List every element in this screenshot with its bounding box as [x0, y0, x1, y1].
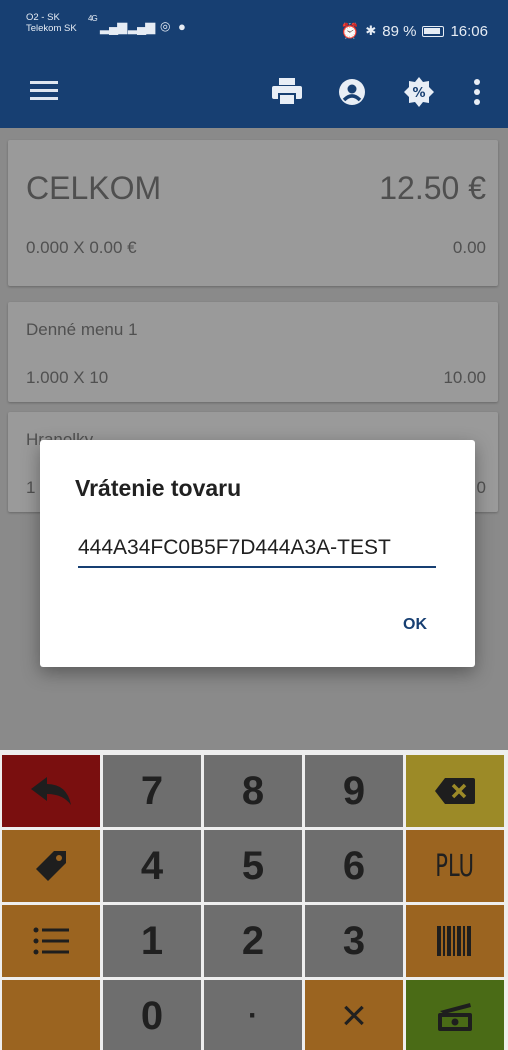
vpn-icon: ● — [178, 19, 186, 34]
battery-icon — [422, 25, 445, 37]
back-arrow-icon — [31, 777, 71, 805]
dialog-title: Vrátenie tovaru — [75, 475, 242, 501]
key-2[interactable]: 2 — [204, 905, 302, 977]
barcode-icon — [437, 926, 471, 956]
key-9[interactable]: 9 — [305, 755, 403, 827]
item-sum: 0 — [476, 478, 486, 497]
alarm-icon: ⏰ — [340, 23, 360, 40]
code-input[interactable] — [78, 530, 436, 568]
backspace-icon — [435, 778, 475, 804]
key-5[interactable]: 5 — [204, 830, 302, 902]
plu-label: PLU — [435, 848, 475, 884]
clock: 16:06 — [450, 22, 488, 40]
app-toolbar: % — [0, 58, 508, 128]
signal-icon: ▂▄▆ — [100, 19, 127, 34]
item-sum: 10.00 — [443, 368, 486, 387]
discount-icon[interactable]: % — [404, 77, 434, 107]
current-line-qty: 0.000 X 0.00 € — [26, 238, 137, 257]
barcode-button[interactable] — [406, 905, 504, 977]
key-7[interactable]: 7 — [103, 755, 201, 827]
app-screen: O2 - SK Telekom SK 4G ▂▄▆ ▂▄▆ ◎ ● ⏰ ✱ 89… — [0, 0, 508, 1050]
item-qty: 1 — [26, 478, 36, 497]
key-6[interactable]: 6 — [305, 830, 403, 902]
key-4[interactable]: 4 — [103, 830, 201, 902]
item-qty: 1.000 X 10 — [26, 368, 109, 387]
list-item[interactable]: Denné menu 1 1.000 X 10 10.00 — [8, 302, 498, 402]
item-name: Denné menu 1 — [26, 320, 138, 339]
plu-button[interactable]: PLU — [406, 830, 504, 902]
key-3[interactable]: 3 — [305, 905, 403, 977]
key-0[interactable]: 0 — [103, 980, 201, 1050]
network-type: 4G — [88, 14, 98, 23]
account-circle-icon[interactable] — [338, 78, 366, 106]
current-line-sum: 0.00 — [452, 238, 486, 257]
printer-icon[interactable] — [272, 78, 302, 106]
backspace-button[interactable] — [406, 755, 504, 827]
carrier-info: O2 - SK Telekom SK — [26, 12, 77, 34]
back-button[interactable] — [2, 755, 100, 827]
carrier-primary: O2 - SK — [26, 12, 60, 23]
payment-button[interactable] — [406, 980, 504, 1050]
cash-register-icon — [438, 1003, 472, 1031]
bluetooth-icon: ✱ — [365, 23, 377, 38]
tag-icon — [36, 851, 66, 881]
data-saver-icon: ◎ — [160, 19, 171, 33]
list-icon — [33, 927, 69, 955]
carrier-secondary: Telekom SK — [26, 23, 77, 34]
list-button[interactable] — [2, 905, 100, 977]
status-right: ⏰ ✱ 89 % 16:06 — [340, 22, 488, 41]
discount-tag-button[interactable] — [2, 830, 100, 902]
svg-text:%: % — [412, 86, 425, 101]
ok-button[interactable]: OK — [403, 616, 427, 634]
multiply-button[interactable]: × — [305, 980, 403, 1050]
keypad: 7 8 9 4 5 6 PLU 1 2 3 0 · × — [2, 755, 506, 1050]
decimal-point-button[interactable]: · — [204, 980, 302, 1050]
status-bar: O2 - SK Telekom SK 4G ▂▄▆ ▂▄▆ ◎ ● ⏰ ✱ 89… — [0, 0, 508, 58]
battery-percent: 89 % — [382, 22, 417, 40]
total-card: CELKOM 12.50 € 0.000 X 0.00 € 0.00 — [8, 140, 498, 286]
return-item-dialog: Vrátenie tovaru OK — [40, 440, 475, 667]
signal-2-icon: ▂▄▆ — [128, 19, 155, 34]
more-vert-icon[interactable] — [473, 78, 481, 106]
menu-icon[interactable] — [30, 80, 58, 102]
key-1[interactable]: 1 — [103, 905, 201, 977]
total-value: 12.50 € — [379, 170, 486, 206]
total-label: CELKOM — [26, 170, 162, 206]
empty-key[interactable] — [2, 980, 100, 1050]
key-8[interactable]: 8 — [204, 755, 302, 827]
